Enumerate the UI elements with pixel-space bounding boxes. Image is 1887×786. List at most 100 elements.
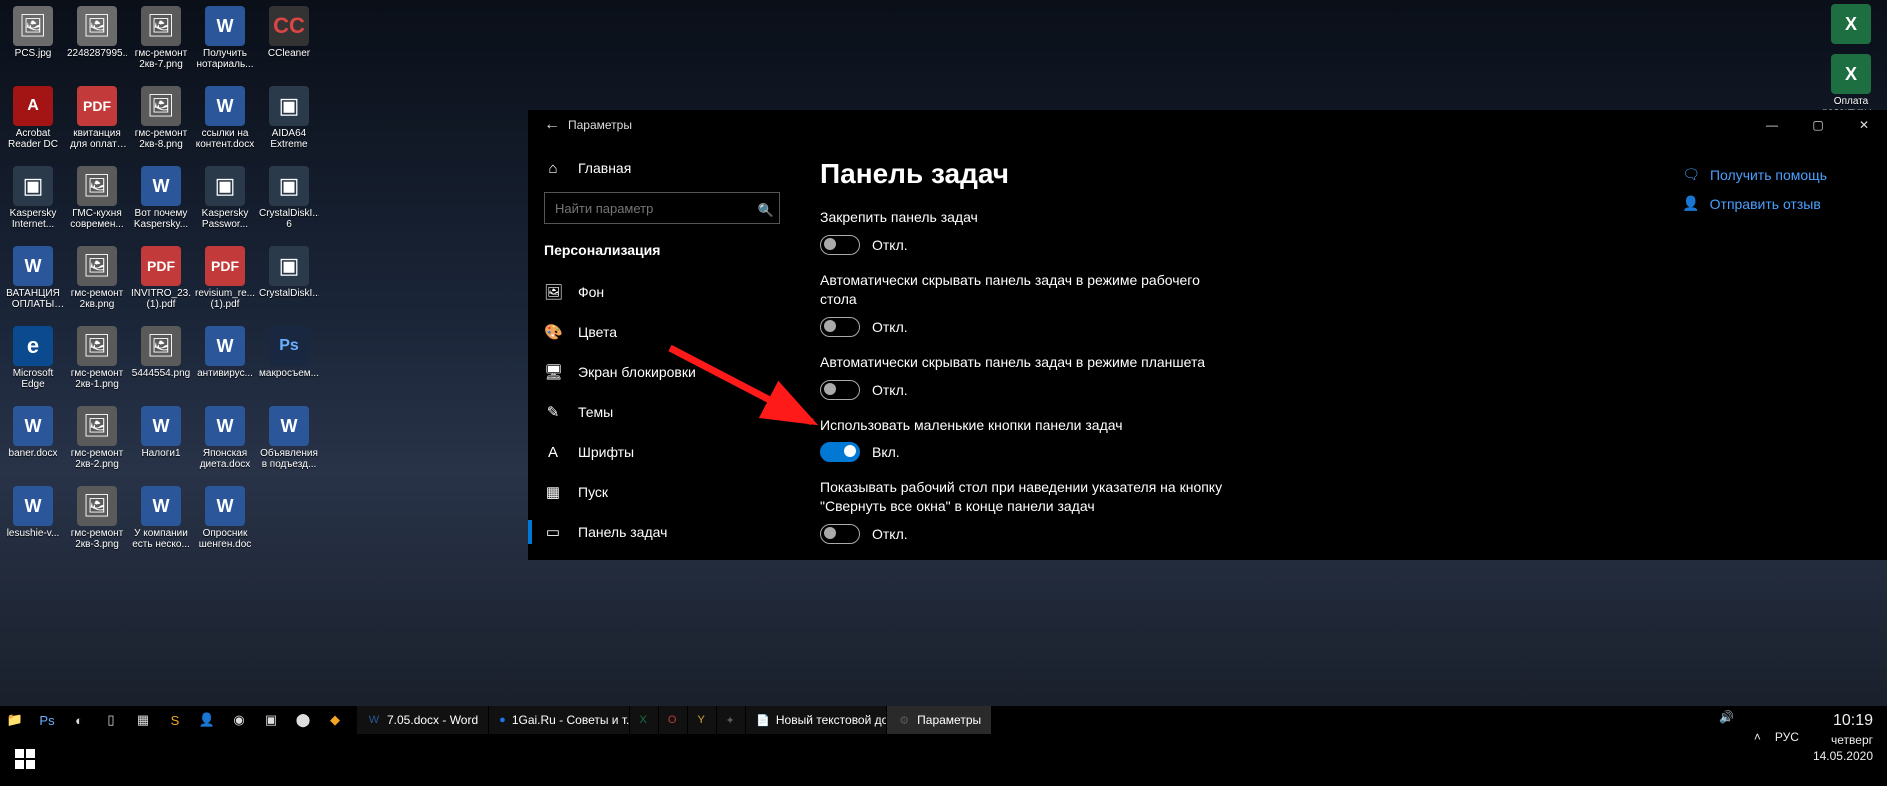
desktop-icon[interactable]: 🖼ГМС-кухня современ...	[66, 164, 128, 242]
toggle-switch[interactable]	[820, 317, 860, 337]
taskbar-button[interactable]: ●1Gai.Ru - Советы и т...	[489, 706, 629, 734]
taskbar-button[interactable]: ⚙Параметры	[887, 706, 991, 734]
minimize-button[interactable]: —	[1749, 110, 1795, 140]
desktop-icon[interactable]: PDFINVITRO_23... (1).pdf	[130, 244, 192, 322]
desktop-icon[interactable]: eMicrosoft Edge	[2, 324, 64, 402]
desktop-icon[interactable]: 🖼2248287995...	[66, 4, 128, 82]
quick-ps[interactable]: Ps	[34, 707, 60, 733]
desktop-icon[interactable]: 🖼гмс-ремонт 2кв-7.png	[130, 4, 192, 82]
desktop-icon[interactable]: AAcrobat Reader DC	[2, 84, 64, 162]
desktop-icon[interactable]: 🖼гмс-ремонт 2кв.png	[66, 244, 128, 322]
quick-chrome[interactable]: ◉	[226, 707, 252, 733]
taskbar: 📁 Ps ◐ ▯ ▦ S 👤 ◉ ▣ ⬤ ◆ W7.05.docx - Word…	[0, 706, 1887, 786]
taskbar-button[interactable]: 📄 Новый текстовой до...	[746, 706, 886, 734]
file-label: У компании есть неско...	[131, 528, 191, 550]
desktop-icon[interactable]: Wlesushie-v...	[2, 484, 64, 562]
taskbar-button[interactable]: X	[630, 706, 658, 734]
feedback-link[interactable]: 👤Отправить отзыв	[1682, 195, 1827, 212]
file-icon: PDF	[141, 246, 181, 286]
settings-window: ← Параметры — ▢ ✕ ⌂ Главная 🔍 Персонализ…	[528, 110, 1887, 560]
start-button[interactable]	[0, 734, 50, 784]
file-label: Вот почему Kaspersky...	[131, 208, 191, 230]
taskbar-button[interactable]: Y	[688, 706, 716, 734]
desktop-icon[interactable]: 🖼гмс-ремонт 2кв-1.png	[66, 324, 128, 402]
desktop-icon[interactable]: Psмакросъем...	[258, 324, 320, 402]
quick-app8[interactable]: ◆	[322, 707, 348, 733]
search-input[interactable]	[544, 192, 780, 224]
desktop-icon[interactable]: WОбъявления в подъезд...	[258, 404, 320, 482]
desktop-icon[interactable]: CCCCleaner	[258, 4, 320, 82]
volume-icon[interactable]: 🔊	[1719, 710, 1734, 724]
sidebar-item[interactable]: 🖥Экран блокировки	[528, 352, 796, 392]
desktop-icon[interactable]: Wbaner.docx	[2, 404, 64, 482]
app-icon: 📄	[756, 713, 770, 727]
file-icon: PDF	[77, 86, 117, 126]
desktop-icon[interactable]: 🖼гмс-ремонт 2кв-8.png	[130, 84, 192, 162]
desktop-icon[interactable]: 🖼5444554.png	[130, 324, 192, 402]
file-icon: ▣	[205, 166, 245, 206]
toggle-switch[interactable]	[820, 524, 860, 544]
desktop-icon[interactable]: WВАТАНЦИЯ ОПЛАТЫ П...	[2, 244, 64, 322]
desktop-icon[interactable]: WНалоги1	[130, 404, 192, 482]
desktop-icon[interactable]: ▣CrystalDiskI...	[258, 244, 320, 322]
language-indicator[interactable]: РУС	[1775, 729, 1799, 745]
file-icon: W	[13, 406, 53, 446]
search-icon[interactable]: 🔍	[758, 203, 774, 219]
nav-home[interactable]: ⌂ Главная	[528, 148, 796, 188]
toggle-switch[interactable]	[820, 235, 860, 255]
taskbar-button[interactable]: ✦	[717, 706, 745, 734]
sidebar-item[interactable]: AШрифты	[528, 432, 796, 472]
aside-links: 🗨Получить помощь 👤Отправить отзыв	[1682, 166, 1827, 212]
sidebar-item[interactable]: ▭Панель задач	[528, 512, 796, 552]
desktop-icon[interactable]: WПолучить нотариаль...	[194, 4, 256, 82]
desktop-icon[interactable]: ▣CrystalDiskI... 6	[258, 164, 320, 242]
quick-app3[interactable]: ▦	[130, 707, 156, 733]
desktop-icon[interactable]: PDFквитанция для оплаты пат...	[66, 84, 128, 162]
desktop-icon[interactable]: Wантивирус...	[194, 324, 256, 402]
desktop-icon[interactable]: Wссылки на контент.docx	[194, 84, 256, 162]
desktop-icon[interactable]: 🖼гмс-ремонт 2кв-2.png	[66, 404, 128, 482]
sidebar-item[interactable]: ✎Темы	[528, 392, 796, 432]
close-button[interactable]: ✕	[1841, 110, 1887, 140]
desktop-icon[interactable]: X	[1819, 2, 1883, 48]
quick-app1[interactable]: ◐	[66, 707, 92, 733]
sidebar-item[interactable]: 🖼Фон	[528, 272, 796, 312]
file-icon: W	[205, 86, 245, 126]
quick-app7[interactable]: ⬤	[290, 707, 316, 733]
quick-app6[interactable]: ▣	[258, 707, 284, 733]
tray-chevron-icon[interactable]: ˄	[1754, 729, 1761, 745]
taskbar-button[interactable]: W7.05.docx - Word	[357, 706, 488, 734]
help-link[interactable]: 🗨Получить помощь	[1682, 166, 1827, 183]
desktop-icon[interactable]: WВот почему Kaspersky...	[130, 164, 192, 242]
desktop-icon[interactable]: 🖼гмс-ремонт 2кв-3.png	[66, 484, 128, 562]
quick-app5[interactable]: 👤	[194, 707, 220, 733]
toggle-switch[interactable]	[820, 442, 860, 462]
nav-label: Панель задач	[578, 524, 667, 540]
nav-label: Цвета	[578, 324, 617, 340]
desktop-icon[interactable]: ▣Kaspersky Internet...	[2, 164, 64, 242]
quick-app4[interactable]: S	[162, 707, 188, 733]
desktop-icon[interactable]: 🖼PCS.jpg	[2, 4, 64, 82]
desktop-icon[interactable]: WЯпонская диета.docx	[194, 404, 256, 482]
file-icon: 🖼	[141, 6, 181, 46]
desktop-icon[interactable]: ▣Kaspersky Passwor...	[194, 164, 256, 242]
file-label: Acrobat Reader DC	[3, 128, 63, 150]
taskbar-button[interactable]: O	[659, 706, 687, 734]
file-icon: 🖼	[77, 326, 117, 366]
desktop-icon[interactable]: WУ компании есть неско...	[130, 484, 192, 562]
file-icon: 🖼	[141, 86, 181, 126]
sidebar-item[interactable]: ▦Пуск	[528, 472, 796, 512]
maximize-button[interactable]: ▢	[1795, 110, 1841, 140]
back-icon[interactable]: ←	[544, 116, 560, 134]
toggle-switch[interactable]	[820, 380, 860, 400]
desktop-icon[interactable]: ▣AIDA64 Extreme	[258, 84, 320, 162]
quick-explorer[interactable]: 📁	[2, 707, 28, 733]
file-label: INVITRO_23... (1).pdf	[131, 288, 191, 310]
desktop-icon[interactable]: PDFrevisium_re... (1).pdf	[194, 244, 256, 322]
sidebar-item[interactable]: 🎨Цвета	[528, 312, 796, 352]
settings-main: Панель задач Закрепить панель задач Откл…	[796, 140, 1887, 560]
taskbar-clock[interactable]: ˄ РУС 10:19 четверг 14.05.2020	[1744, 708, 1887, 764]
desktop-icon[interactable]: WОпросник шенген.doc	[194, 484, 256, 562]
app-label: Новый текстовой до...	[776, 713, 886, 727]
quick-app2[interactable]: ▯	[98, 707, 124, 733]
